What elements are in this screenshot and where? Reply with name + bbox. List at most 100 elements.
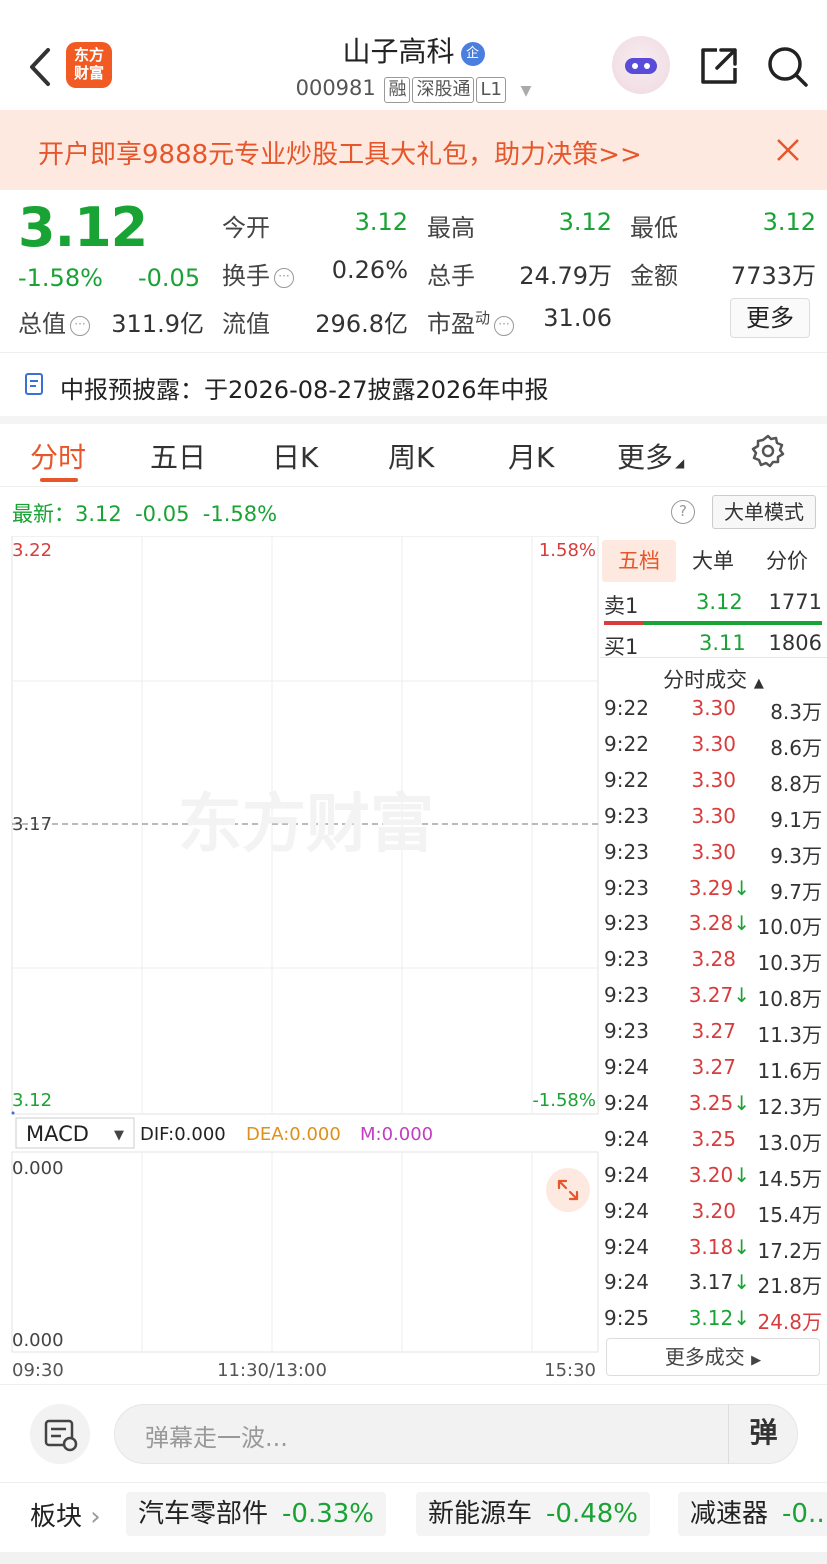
pe-label-text: 市盈 (427, 310, 475, 338)
trade-price-value: 3.30 (691, 731, 736, 756)
sector-chip[interactable]: 汽车零部件 -0.33% (126, 1492, 386, 1536)
chevron-right-icon: ▶ (751, 1353, 762, 1368)
sell1-label: 卖1 (604, 594, 639, 618)
trades-title[interactable]: 分时成交 ▲ (600, 664, 827, 694)
more-button[interactable]: 更多 (730, 298, 810, 338)
trade-price: 3.28 (691, 947, 750, 971)
pct-bottom-label: -1.58% (532, 1090, 596, 1111)
trade-price-value: 3.30 (691, 767, 736, 792)
tab-five-day[interactable]: 五日 (150, 436, 206, 476)
trade-price: 3.20↓ (689, 1163, 750, 1187)
sector-label-text: 板块 (30, 1502, 83, 1532)
trade-row: 9:24 3.18↓ 17.2万 (604, 1235, 822, 1271)
section-divider (0, 416, 827, 424)
trade-price: 3.30 (691, 804, 750, 828)
assistant-avatar[interactable] (612, 36, 670, 94)
info-icon[interactable]: ··· (494, 316, 515, 336)
trade-price-value: 3.30 (691, 803, 736, 828)
sector-label[interactable]: 板块 › (30, 1496, 101, 1533)
trade-price: 3.20 (691, 1199, 750, 1223)
dea-value: DEA:0.000 (246, 1124, 341, 1145)
trade-time: 9:22 (604, 767, 649, 792)
earnings-notice[interactable]: 中报预披露：于2026-08-27披露2026年中报 (60, 370, 549, 405)
trade-time: 9:23 (604, 875, 649, 900)
trade-row: 9:23 3.27↓ 10.8万 (604, 983, 822, 1019)
trade-time: 9:24 (604, 1198, 649, 1223)
high-value: 3.12 (558, 208, 612, 236)
float-cap-label: 流值 (222, 310, 270, 338)
market-cap-label[interactable]: 总值 ··· (18, 304, 90, 339)
buy1-price: 3.11 (699, 631, 746, 655)
trade-price-value: 3.30 (691, 839, 736, 864)
promo-text[interactable]: 开户即享9888元专业炒股工具大礼包，助力决策>> (38, 134, 642, 171)
price-point (11, 1111, 15, 1115)
bottom-edge (0, 1552, 827, 1564)
comment-settings-icon[interactable] (30, 1404, 90, 1464)
turnover-value: 0.26% (331, 256, 408, 284)
trade-price-value: 3.27 (688, 983, 734, 1008)
help-icon[interactable]: ? (671, 500, 695, 524)
chevron-down-icon: ▼ (114, 1128, 124, 1143)
dropdown-icon[interactable]: ▼ (521, 83, 532, 99)
pe-label[interactable]: 市盈动 ··· (427, 304, 515, 339)
more-trades-button[interactable]: 更多成交 ▶ (606, 1338, 820, 1376)
big-order-mode-button[interactable]: 大单模式 (712, 495, 816, 529)
danmu-placeholder[interactable]: 弹幕走一波... (145, 1418, 288, 1453)
tab-more[interactable]: 更多 ◢ (617, 436, 684, 476)
trade-volume: 10.8万 (757, 987, 822, 1012)
trade-volume: 10.3万 (757, 951, 822, 976)
trade-row: 9:24 3.25 13.0万 (604, 1127, 822, 1163)
search-icon[interactable] (765, 44, 809, 88)
tab-five-levels[interactable]: 五档 (602, 540, 676, 582)
gear-icon[interactable] (750, 433, 786, 469)
turnover-label[interactable]: 换手 ··· (222, 256, 294, 291)
sector-chip[interactable]: 减速器 -0.… (678, 1492, 827, 1536)
time-mid-label: 11:30/13:00 (217, 1360, 327, 1381)
trade-time: 9:22 (604, 696, 649, 720)
amount-value: 7733万 (730, 262, 816, 290)
change-amount: -0.05 (138, 264, 201, 292)
divider (0, 1482, 827, 1483)
volume-label: 总手 (427, 262, 475, 290)
sector-change: -0.… (782, 1499, 827, 1529)
trade-row: 9:23 3.30 9.1万 (604, 804, 822, 840)
down-arrow-icon: ↓ (733, 911, 750, 936)
stock-code: 000981 (295, 76, 376, 100)
trade-price: 3.30 (691, 840, 750, 864)
trade-price: 3.27 (691, 1019, 750, 1043)
close-icon[interactable] (772, 134, 804, 166)
info-icon[interactable]: ··· (274, 268, 294, 288)
share-icon[interactable] (697, 44, 741, 88)
tab-price-distribution[interactable]: 分价 (750, 540, 824, 582)
tab-daily-k[interactable]: 日K (272, 436, 318, 476)
trade-time: 9:24 (604, 1162, 649, 1187)
trade-price: 3.25↓ (689, 1091, 750, 1115)
trade-price: 3.18↓ (689, 1235, 750, 1259)
trade-price-value: 3.18 (688, 1234, 734, 1259)
trade-row: 9:24 3.27 11.6万 (604, 1055, 822, 1091)
volume-value: 24.79万 (519, 262, 612, 290)
macd-bottom-label: 0.000 (12, 1330, 64, 1351)
expand-icon[interactable] (546, 1168, 590, 1212)
trade-volume: 24.8万 (757, 1310, 822, 1335)
tab-monthly-k[interactable]: 月K (508, 436, 554, 476)
tab-big-orders[interactable]: 大单 (676, 540, 750, 582)
tab-weekly-k[interactable]: 周K (388, 436, 434, 476)
trade-time: 9:23 (604, 911, 649, 936)
intraday-chart[interactable]: 东方财富 3.22 1.58% 3.17 3.12 -1.58% MACD ▼ … (0, 536, 600, 1384)
sector-name: 汽车零部件 (138, 1499, 269, 1529)
document-icon (25, 373, 43, 395)
sector-chip[interactable]: 新能源车 -0.48% (416, 1492, 650, 1536)
danmu-toggle-button[interactable]: 弹 (728, 1404, 798, 1464)
info-icon[interactable]: ··· (70, 316, 90, 336)
change-percent: -1.58% (18, 264, 103, 292)
trade-volume: 9.7万 (770, 879, 822, 904)
high-label: 最高 (427, 214, 475, 242)
down-arrow-icon: ↓ (733, 1162, 750, 1187)
trade-time: 9:25 (604, 1306, 649, 1331)
macd-panel-frame (11, 1151, 599, 1353)
sector-change: -0.33% (282, 1499, 374, 1529)
trade-time: 9:23 (604, 803, 649, 828)
tab-intraday[interactable]: 分时 (30, 436, 86, 476)
sell1-price: 3.12 (696, 590, 743, 614)
